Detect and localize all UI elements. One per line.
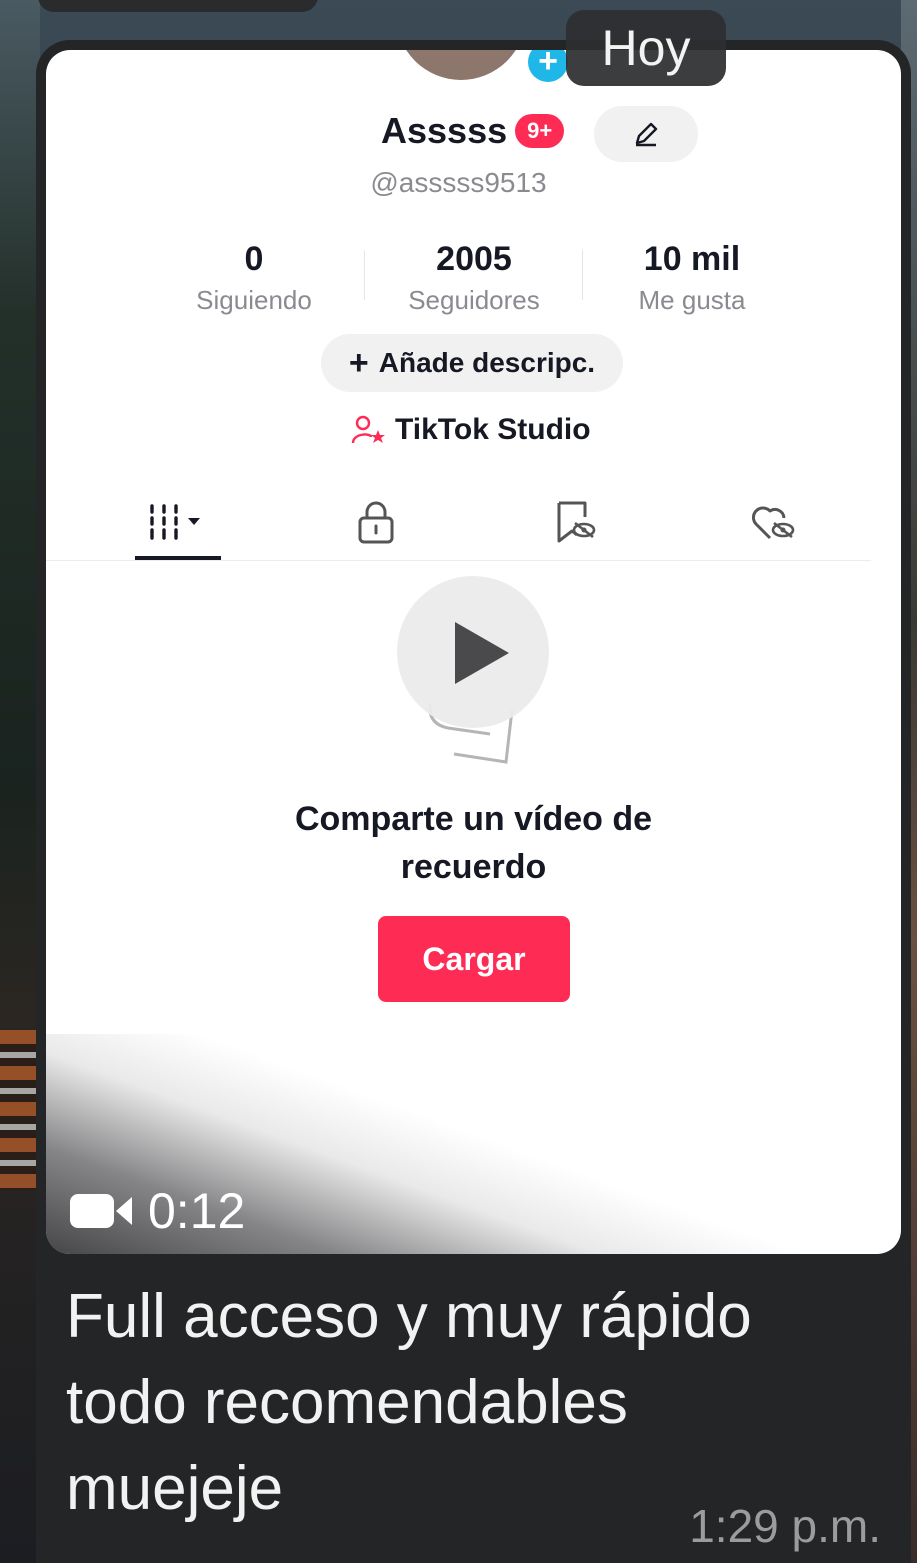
stat-likes: 10 mil Me gusta bbox=[602, 240, 782, 316]
lock-icon bbox=[358, 501, 394, 544]
date-chip: Hoy bbox=[566, 10, 726, 86]
stat-value: 2005 bbox=[436, 240, 512, 278]
play-icon bbox=[455, 622, 509, 684]
hidden-saved-icon bbox=[557, 501, 596, 543]
display-name: Asssss bbox=[381, 110, 508, 151]
creator-star-icon bbox=[351, 415, 385, 444]
username: @asssss9513 bbox=[370, 167, 547, 198]
duration-text: 0:12 bbox=[148, 1183, 246, 1239]
add-description-label: Añade descripc. bbox=[378, 347, 596, 378]
tab-liked bbox=[722, 490, 822, 554]
notification-badge: 9+ bbox=[515, 114, 565, 148]
stat-divider bbox=[582, 250, 583, 300]
message-caption: Full acceso y muy rápido todo recomendab… bbox=[66, 1282, 752, 1523]
hidden-likes-icon bbox=[751, 506, 795, 540]
previous-message-bubble bbox=[38, 0, 318, 12]
avatar bbox=[396, 50, 526, 80]
profile-tabs bbox=[46, 490, 901, 562]
add-avatar-icon: + bbox=[528, 50, 568, 82]
pencil-icon bbox=[635, 122, 658, 147]
stat-label: Me gusta bbox=[638, 285, 746, 315]
video-duration: 0:12 bbox=[70, 1182, 245, 1240]
stat-value: 0 bbox=[244, 240, 264, 278]
video-message-bubble[interactable]: + Asssss 9+ @asssss9513 0 Siguiendo 2005… bbox=[36, 40, 911, 1563]
plus-icon: + bbox=[348, 343, 369, 382]
tiktok-studio-link: TikTok Studio bbox=[351, 410, 591, 450]
stat-label: Seguidores bbox=[408, 285, 540, 315]
profile-name-row: Asssss 9+ bbox=[381, 110, 565, 152]
tab-divider bbox=[46, 560, 871, 561]
video-camera-icon bbox=[70, 1194, 132, 1228]
stat-followers: 2005 Seguidores bbox=[384, 240, 564, 316]
play-button[interactable] bbox=[397, 576, 549, 728]
stat-divider bbox=[364, 250, 365, 300]
upload-button: Cargar bbox=[378, 916, 570, 1002]
message-time: 1:29 p.m. bbox=[689, 1500, 881, 1552]
tab-private bbox=[326, 490, 426, 554]
stat-value: 10 mil bbox=[643, 240, 741, 278]
tab-videos bbox=[128, 490, 228, 554]
wallpaper-detail bbox=[0, 1030, 38, 1190]
stat-label: Siguiendo bbox=[196, 285, 312, 315]
edit-profile-button bbox=[594, 106, 698, 162]
add-description-button: + Añade descripc. bbox=[321, 334, 623, 392]
videos-grid-icon bbox=[150, 504, 200, 540]
stat-following: 0 Siguiendo bbox=[164, 240, 344, 316]
studio-label: TikTok Studio bbox=[395, 413, 591, 446]
empty-state-text: Comparte un vídeo de recuerdo bbox=[294, 800, 653, 886]
wallpaper-left bbox=[0, 0, 40, 1563]
tab-saved bbox=[524, 490, 624, 554]
video-thumbnail[interactable]: + Asssss 9+ @asssss9513 0 Siguiendo 2005… bbox=[46, 50, 901, 1254]
